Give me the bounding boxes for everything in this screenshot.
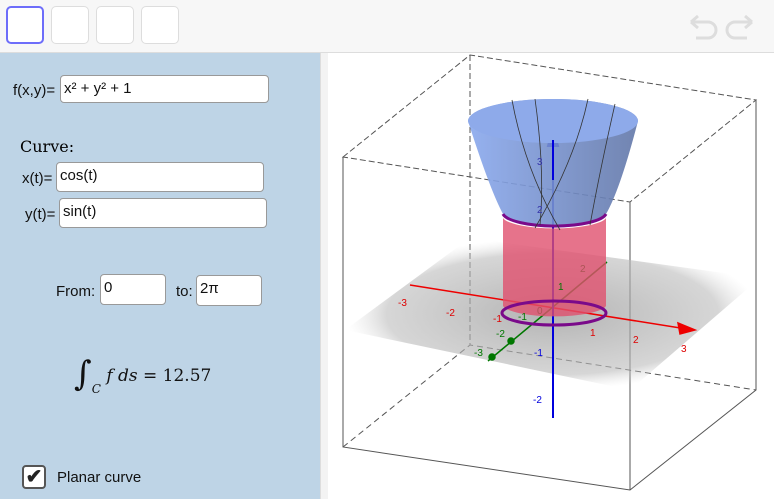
planar-curve-label: Planar curve — [57, 469, 142, 486]
z-tick: 3 — [537, 157, 543, 168]
toolbar — [0, 0, 774, 53]
y-tick: -2 — [496, 329, 505, 340]
tool-button-1[interactable] — [6, 6, 44, 44]
x-tick: 1 — [590, 328, 596, 339]
x-tick: -2 — [446, 308, 455, 319]
y-input[interactable]: sin(t) — [59, 198, 267, 228]
from-label: From: — [56, 283, 96, 300]
f-input[interactable]: x² + y² + 1 — [60, 75, 269, 103]
y-tick: 2 — [580, 264, 586, 275]
tool-button-3[interactable] — [96, 6, 134, 44]
f-label: f(x,y)= — [13, 82, 56, 99]
y-tick: 1 — [558, 282, 564, 293]
integral-sign: ∫ — [74, 354, 92, 394]
panel-divider[interactable] — [320, 53, 328, 499]
y-tick: -1 — [518, 312, 527, 323]
tool-button-2[interactable] — [51, 6, 89, 44]
paraboloid-rim — [468, 99, 638, 143]
x-input[interactable]: cos(t) — [56, 162, 264, 192]
to-input[interactable]: 2π — [196, 275, 262, 306]
z-tick: -2 — [533, 395, 542, 406]
x-tick: -3 — [398, 298, 407, 309]
integral-subscript: C — [91, 382, 101, 397]
to-label: to: — [176, 283, 193, 300]
redo-icon[interactable] — [725, 14, 755, 40]
y-tick: -3 — [474, 348, 483, 359]
z-tick: 2 — [537, 205, 543, 216]
integrand: f ds = — [106, 366, 158, 386]
planar-curve-checkbox[interactable]: ✔ — [22, 465, 46, 489]
curve-heading: Curve: — [20, 137, 75, 156]
from-input[interactable]: 0 — [100, 274, 166, 305]
line-integral-result: ∫C f ds = 12.57 — [74, 350, 212, 396]
undo-icon[interactable] — [688, 14, 718, 40]
x-tick: 2 — [633, 335, 639, 346]
integral-value: 12.57 — [162, 366, 212, 386]
x-tick: -1 — [493, 314, 502, 325]
graphics-3d-view[interactable]: -3 -2 -1 1 2 3 -3 -2 -1 1 2 -2 -1 2 3 0 — [328, 53, 774, 499]
origin-label: 0 — [537, 306, 543, 317]
z-tick: -1 — [534, 348, 543, 359]
tool-button-4[interactable] — [141, 6, 179, 44]
x-tick: 3 — [681, 344, 687, 355]
x-label: x(t)= — [22, 170, 53, 187]
y-label: y(t)= — [25, 206, 56, 223]
